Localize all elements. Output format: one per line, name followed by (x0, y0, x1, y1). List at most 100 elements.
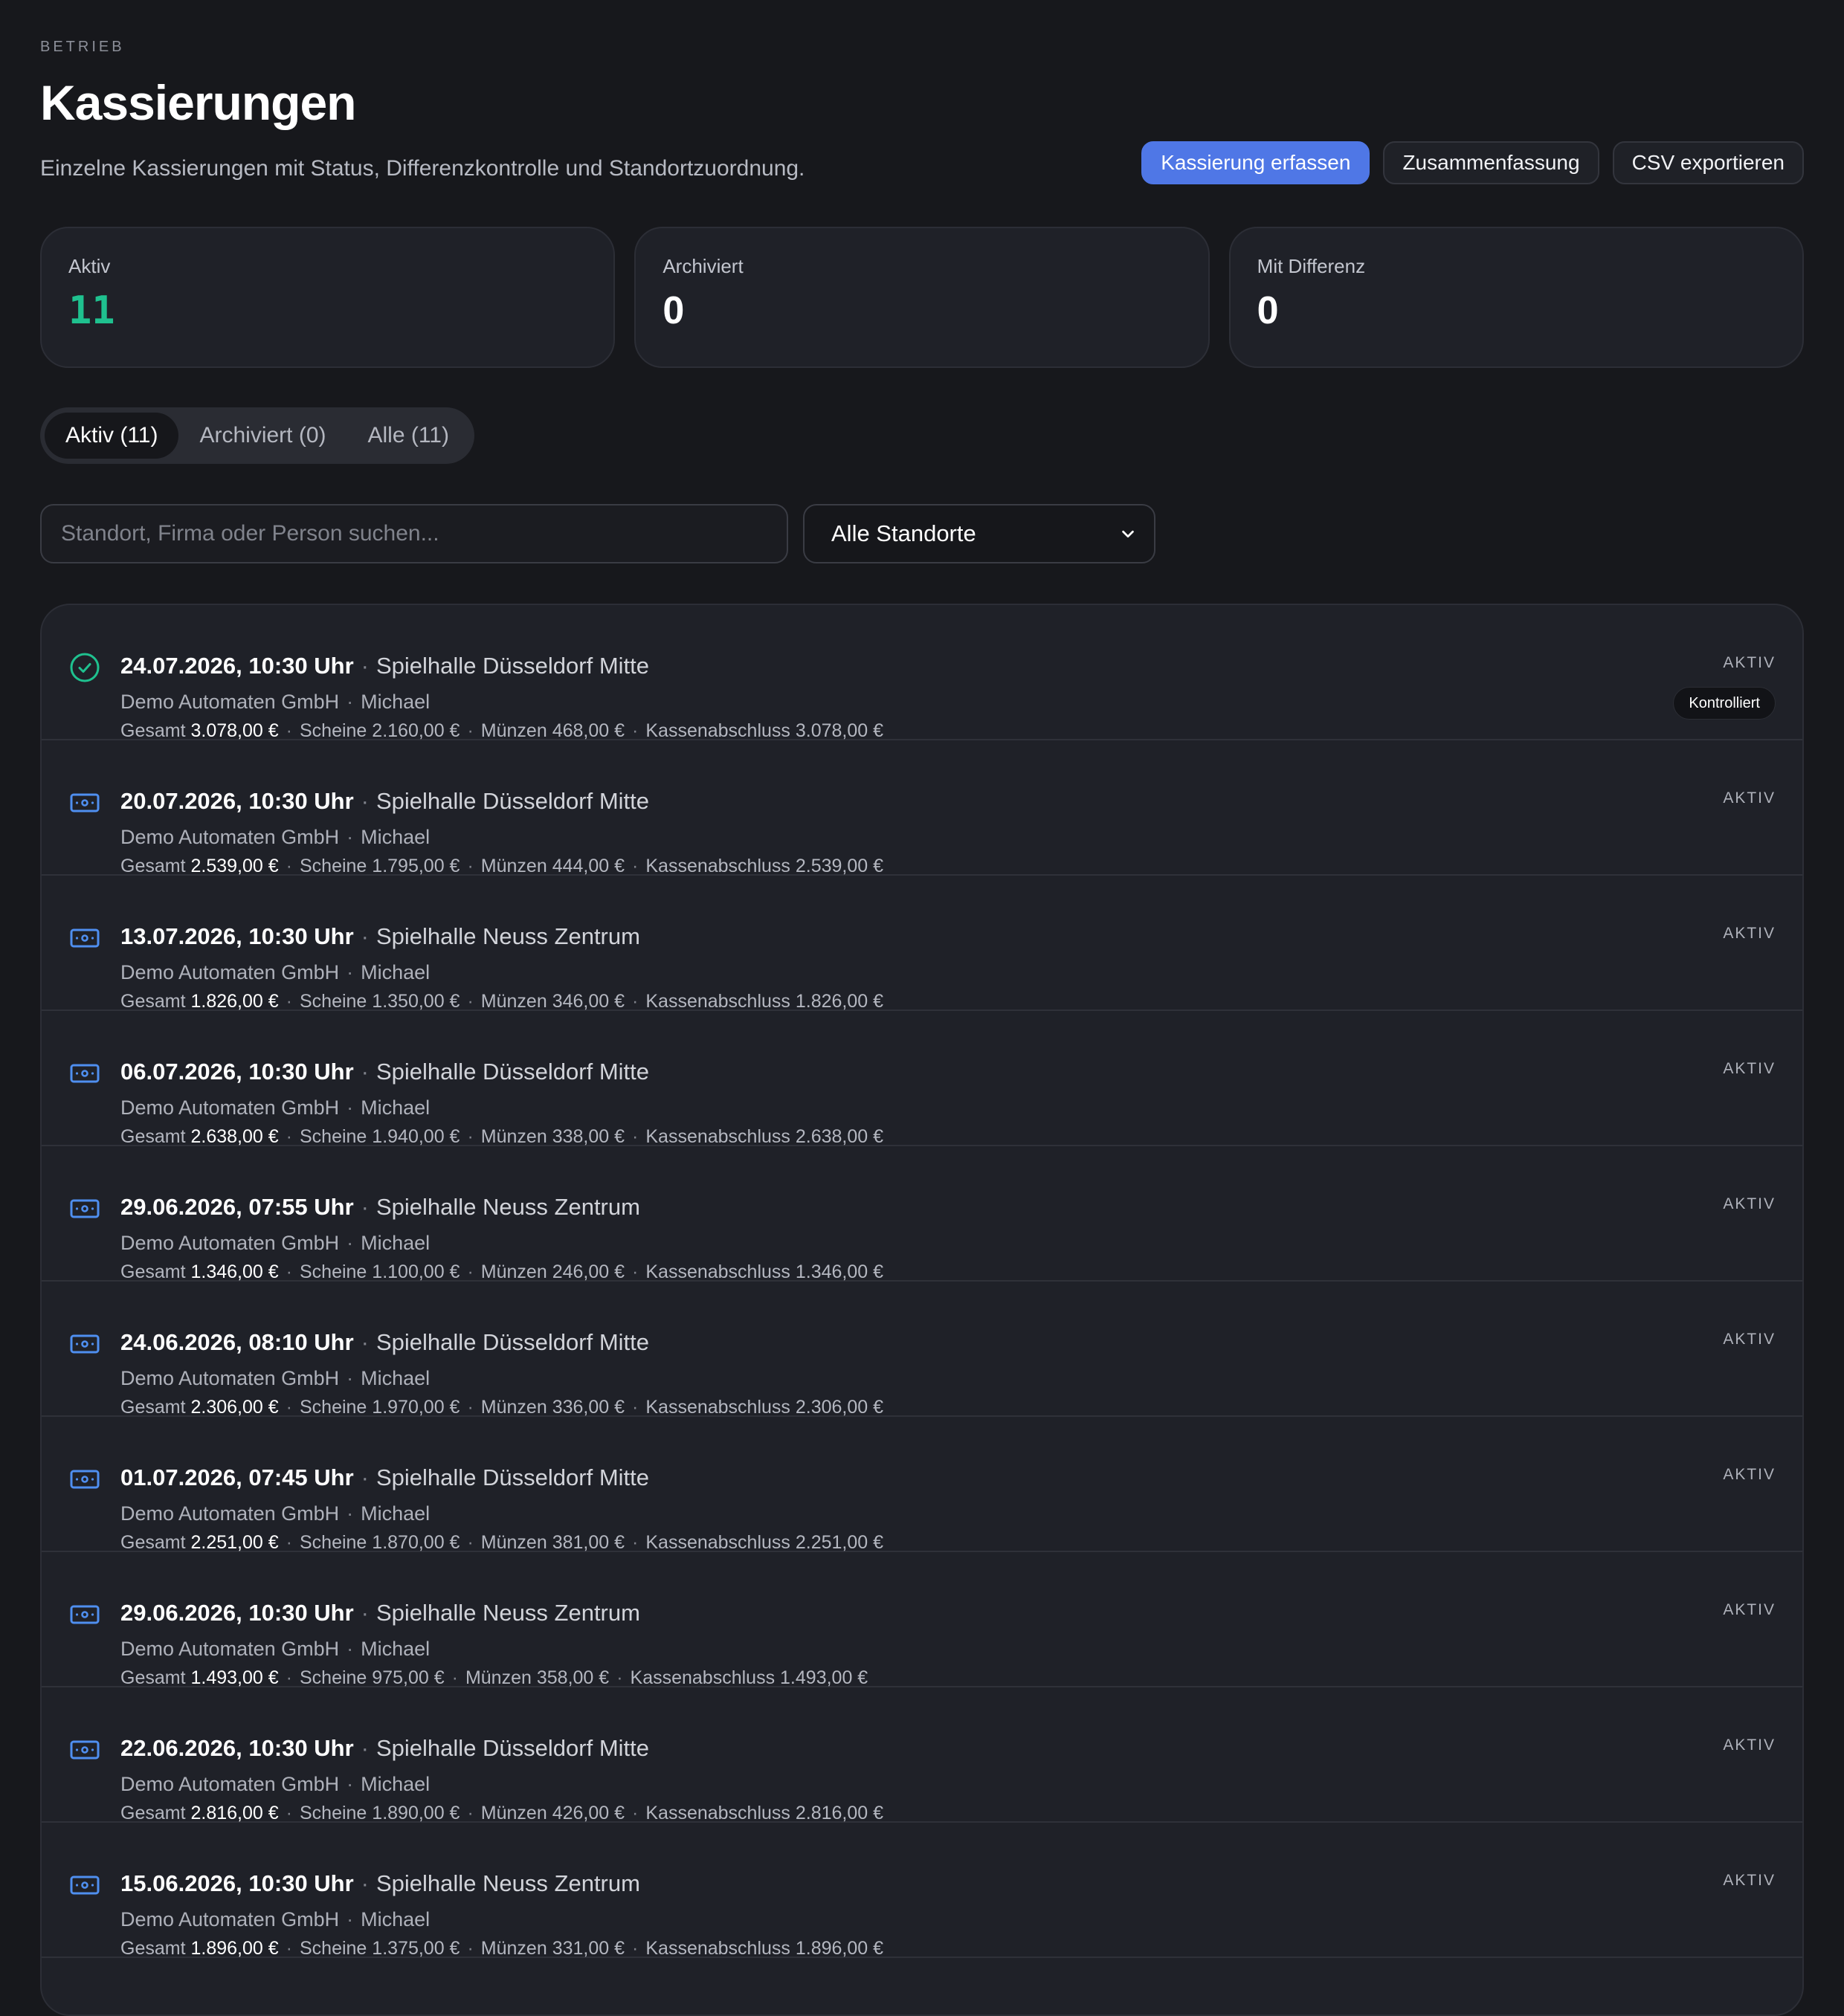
row-headline: 20.07.2026, 10:30 Uhr · Spielhalle Düsseld… (120, 788, 650, 814)
kassenabschluss-label: Kassenabschluss (645, 1261, 790, 1282)
status-label: AKTIV (1723, 925, 1776, 942)
row-coins: 444,00 € (552, 856, 625, 876)
row-meta: Demo Automaten GmbH · Michael (120, 826, 431, 848)
collection-row[interactable]: 22.06.2026, 10:30 Uhr · Spielhalle Düsseld… (42, 1687, 1802, 1823)
tab-archived[interactable]: Archiviert (0) (178, 413, 346, 459)
row-date: 24.07.2026, 10:30 Uhr (120, 653, 354, 679)
scheine-label: Scheine (299, 1532, 367, 1553)
banknote-icon (68, 1192, 101, 1225)
row-date: 24.06.2026, 08:10 Uhr (120, 1329, 354, 1355)
row-meta: Demo Automaten GmbH · Michael (120, 1502, 431, 1525)
row-headline: 06.07.2026, 10:30 Uhr · Spielhalle Düsseld… (120, 1059, 650, 1085)
header-actions: Kassierung erfassen Zusammenfassung CSV … (1141, 141, 1804, 184)
search-input[interactable] (40, 504, 788, 563)
scheine-label: Scheine (299, 1261, 367, 1282)
kassenabschluss-label: Kassenabschluss (645, 1532, 790, 1553)
banknote-icon (68, 1463, 101, 1496)
row-date: 29.06.2026, 10:30 Uhr (120, 1600, 354, 1626)
row-notes: 1.870,00 € (372, 1532, 460, 1553)
gesamt-label: Gesamt (120, 1397, 186, 1418)
status-label: AKTIV (1723, 654, 1776, 671)
banknote-icon (68, 1598, 101, 1631)
gesamt-label: Gesamt (120, 720, 186, 741)
row-total: 2.251,00 € (190, 1532, 279, 1553)
row-person: Michael (361, 1502, 431, 1525)
add-collection-button[interactable]: Kassierung erfassen (1141, 141, 1370, 184)
row-closing: 2.816,00 € (795, 1803, 884, 1823)
row-headline: 24.07.2026, 10:30 Uhr · Spielhalle Düsseld… (120, 653, 650, 679)
row-location: Spielhalle Düsseldorf Mitte (376, 653, 650, 679)
scheine-label: Scheine (299, 1803, 367, 1823)
muenzen-label: Münzen (480, 1397, 547, 1418)
stat-card-difference: Mit Differenz 0 (1228, 227, 1804, 368)
row-meta: Demo Automaten GmbH · Michael (120, 1773, 431, 1795)
collection-row[interactable]: 13.07.2026, 10:30 Uhr · Spielhalle Neuss Z… (42, 876, 1802, 1012)
collection-row[interactable]: 29.06.2026, 10:30 Uhr · Spielhalle Neuss Z… (42, 1552, 1802, 1688)
collection-row[interactable]: 24.06.2026, 08:10 Uhr · Spielhalle Düsseld… (42, 1282, 1802, 1418)
status-label: AKTIV (1723, 1060, 1776, 1077)
scheine-label: Scheine (299, 1938, 367, 1959)
summary-button[interactable]: Zusammenfassung (1383, 141, 1599, 184)
muenzen-label: Münzen (480, 1261, 547, 1282)
row-closing: 2.251,00 € (795, 1532, 884, 1553)
row-amounts: Gesamt 2.251,00 € · Scheine 1.870,00 € · Mün… (120, 1532, 884, 1553)
page-subtitle: Einzelne Kassierungen mit Status, Differ… (40, 156, 805, 181)
row-coins: 358,00 € (536, 1667, 610, 1688)
page-title: Kassierungen (40, 75, 356, 130)
kassenabschluss-label: Kassenabschluss (645, 720, 790, 741)
row-location: Spielhalle Düsseldorf Mitte (376, 1329, 650, 1355)
row-location: Spielhalle Neuss Zentrum (376, 1194, 640, 1220)
scheine-label: Scheine (299, 1126, 367, 1147)
row-amounts: Gesamt 1.826,00 € · Scheine 1.350,00 € · Mün… (120, 991, 884, 1012)
gesamt-label: Gesamt (120, 1667, 186, 1688)
section-eyebrow: BETRIEB (40, 39, 125, 55)
collection-row[interactable]: 15.06.2026, 10:30 Uhr · Spielhalle Neuss Z… (42, 1823, 1802, 1959)
tab-active[interactable]: Aktiv (11) (45, 413, 179, 459)
row-closing: 2.638,00 € (795, 1126, 884, 1147)
row-total: 1.826,00 € (190, 991, 279, 1012)
row-headline: 29.06.2026, 07:55 Uhr · Spielhalle Neuss Z… (120, 1194, 640, 1220)
row-amounts: Gesamt 1.346,00 € · Scheine 1.100,00 € · Mün… (120, 1261, 884, 1282)
collection-row[interactable]: 29.06.2026, 07:55 Uhr · Spielhalle Neuss Z… (42, 1146, 1802, 1282)
row-meta: Demo Automaten GmbH · Michael (120, 1367, 431, 1389)
stat-value: 0 (663, 289, 685, 332)
row-total: 2.638,00 € (190, 1126, 279, 1147)
row-amounts: Gesamt 2.306,00 € · Scheine 1.970,00 € · Mün… (120, 1397, 884, 1418)
row-date: 29.06.2026, 07:55 Uhr (120, 1194, 354, 1220)
gesamt-label: Gesamt (120, 856, 186, 876)
row-notes: 1.375,00 € (372, 1938, 460, 1959)
gesamt-label: Gesamt (120, 991, 186, 1012)
row-notes: 1.970,00 € (372, 1397, 460, 1418)
row-closing: 2.539,00 € (795, 856, 884, 876)
row-headline: 29.06.2026, 10:30 Uhr · Spielhalle Neuss Z… (120, 1600, 640, 1626)
collection-row[interactable]: 01.07.2026, 07:45 Uhr · Spielhalle Düsseld… (42, 1417, 1802, 1553)
row-company: Demo Automaten GmbH (120, 1502, 340, 1525)
row-coins: 246,00 € (552, 1261, 625, 1282)
kassenabschluss-label: Kassenabschluss (645, 1803, 790, 1823)
collection-row[interactable]: 06.07.2026, 10:30 Uhr · Spielhalle Düsseld… (42, 1011, 1802, 1147)
row-meta: Demo Automaten GmbH · Michael (120, 961, 431, 983)
row-headline: 15.06.2026, 10:30 Uhr · Spielhalle Neuss Z… (120, 1870, 640, 1896)
row-meta: Demo Automaten GmbH · Michael (120, 1638, 431, 1660)
row-notes: 1.940,00 € (372, 1126, 460, 1147)
stat-card-archived: Archiviert 0 (634, 227, 1210, 368)
tab-all[interactable]: Alle (11) (347, 413, 470, 459)
row-closing: 1.493,00 € (780, 1667, 868, 1688)
row-closing: 1.346,00 € (795, 1261, 884, 1282)
row-date: 22.06.2026, 10:30 Uhr (120, 1735, 354, 1761)
row-total: 2.816,00 € (190, 1803, 279, 1823)
row-company: Demo Automaten GmbH (120, 961, 340, 983)
row-closing: 2.306,00 € (795, 1397, 884, 1418)
row-closing: 3.078,00 € (795, 720, 884, 741)
status-badge: Kontrolliert (1673, 687, 1776, 720)
status-label: AKTIV (1723, 1195, 1776, 1212)
collection-row[interactable]: 20.07.2026, 10:30 Uhr · Spielhalle Düsseld… (42, 740, 1802, 876)
row-location: Spielhalle Düsseldorf Mitte (376, 1464, 650, 1490)
csv-export-button[interactable]: CSV exportieren (1612, 141, 1804, 184)
banknote-icon (68, 1869, 101, 1902)
location-select[interactable]: Alle Standorte (803, 504, 1155, 563)
row-headline: 24.06.2026, 08:10 Uhr · Spielhalle Düsseld… (120, 1329, 650, 1355)
collection-row[interactable]: 24.07.2026, 10:30 Uhr · Spielhalle Düsseld… (42, 605, 1802, 741)
row-headline: 01.07.2026, 07:45 Uhr · Spielhalle Düsseld… (120, 1464, 650, 1490)
banknote-icon (68, 1057, 101, 1090)
